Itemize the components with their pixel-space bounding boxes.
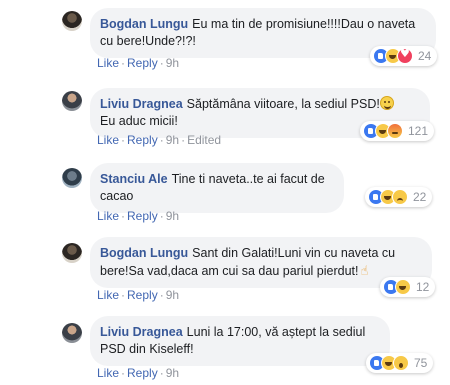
comment: Stanciu Ale Tine ti naveta..te ai facut d…	[0, 155, 450, 231]
comment-actions: Like · Reply · 9h · Edited	[97, 133, 222, 147]
like-link[interactable]: Like	[97, 133, 119, 147]
reaction-summary[interactable]: 22	[365, 187, 433, 207]
sad-icon	[392, 189, 408, 205]
reply-link[interactable]: Reply	[127, 56, 158, 70]
comment-text: Săptămâna viitoare, la sediul PSD!	[186, 97, 380, 111]
comment-actions: Like · Reply · 9h	[97, 288, 180, 302]
timestamp[interactable]: 9h	[166, 366, 179, 380]
comment-actions: Like · Reply · 9h	[97, 56, 180, 70]
comment: Bogdan Lungu Sant din Galati!Luni vin cu …	[0, 232, 450, 308]
comment-author[interactable]: Liviu Dragnea	[100, 97, 183, 111]
reaction-count: 22	[413, 190, 427, 204]
comment: Bogdan Lungu Eu ma tin de promisiune!!!!D…	[0, 0, 450, 76]
reaction-summary[interactable]: 121	[360, 121, 435, 141]
comment-text-line2: Eu aduc micii!	[100, 114, 178, 128]
avatar[interactable]	[62, 323, 82, 343]
avatar[interactable]	[62, 91, 82, 111]
timestamp[interactable]: 9h	[166, 288, 179, 302]
timestamp[interactable]: 9h	[166, 56, 179, 70]
reaction-count: 121	[408, 124, 429, 138]
angry-icon	[387, 123, 403, 139]
reaction-count: 75	[414, 356, 428, 370]
reply-link[interactable]: Reply	[127, 209, 158, 223]
timestamp[interactable]: 9h	[166, 209, 179, 223]
avatar[interactable]	[62, 243, 82, 263]
reaction-count: 12	[416, 280, 430, 294]
smile-emoji-icon	[379, 96, 394, 110]
edited-label[interactable]: Edited	[187, 133, 221, 147]
hand-emoji-icon: ☝	[360, 263, 369, 278]
comment: Liviu Dragnea Luni la 17:00, vă aștept la…	[0, 311, 450, 385]
love-icon	[397, 47, 413, 64]
reply-link[interactable]: Reply	[127, 288, 158, 302]
avatar[interactable]	[62, 168, 82, 188]
comment-actions: Like · Reply · 9h	[97, 209, 180, 223]
like-link[interactable]: Like	[97, 288, 119, 302]
reaction-summary[interactable]: 24	[370, 46, 438, 66]
comment-bubble: Liviu Dragnea Luni la 17:00, vă aștept la…	[90, 316, 390, 366]
haha-icon	[395, 279, 411, 295]
comment-author[interactable]: Liviu Dragnea	[100, 325, 183, 339]
timestamp[interactable]: 9h	[166, 133, 179, 147]
reaction-summary[interactable]: 75	[366, 353, 434, 373]
comment-author[interactable]: Bogdan Lungu	[100, 246, 188, 260]
like-link[interactable]: Like	[97, 366, 119, 380]
comment-bubble: Bogdan Lungu Sant din Galati!Luni vin cu …	[90, 237, 432, 288]
comment-actions: Like · Reply · 9h	[97, 366, 180, 380]
reaction-count: 24	[418, 49, 432, 63]
reply-link[interactable]: Reply	[127, 133, 158, 147]
reply-link[interactable]: Reply	[127, 366, 158, 380]
like-link[interactable]: Like	[97, 56, 119, 70]
comment-author[interactable]: Stanciu Ale	[100, 172, 168, 186]
like-link[interactable]: Like	[97, 209, 119, 223]
avatar[interactable]	[62, 11, 82, 31]
comment-bubble: Stanciu Ale Tine ti naveta..te ai facut d…	[90, 163, 344, 213]
comment: Liviu Dragnea Săptămâna viitoare, la sedi…	[0, 80, 450, 156]
comment-author[interactable]: Bogdan Lungu	[100, 17, 188, 31]
reaction-summary[interactable]: 12	[380, 277, 436, 297]
wow-icon	[393, 355, 409, 371]
